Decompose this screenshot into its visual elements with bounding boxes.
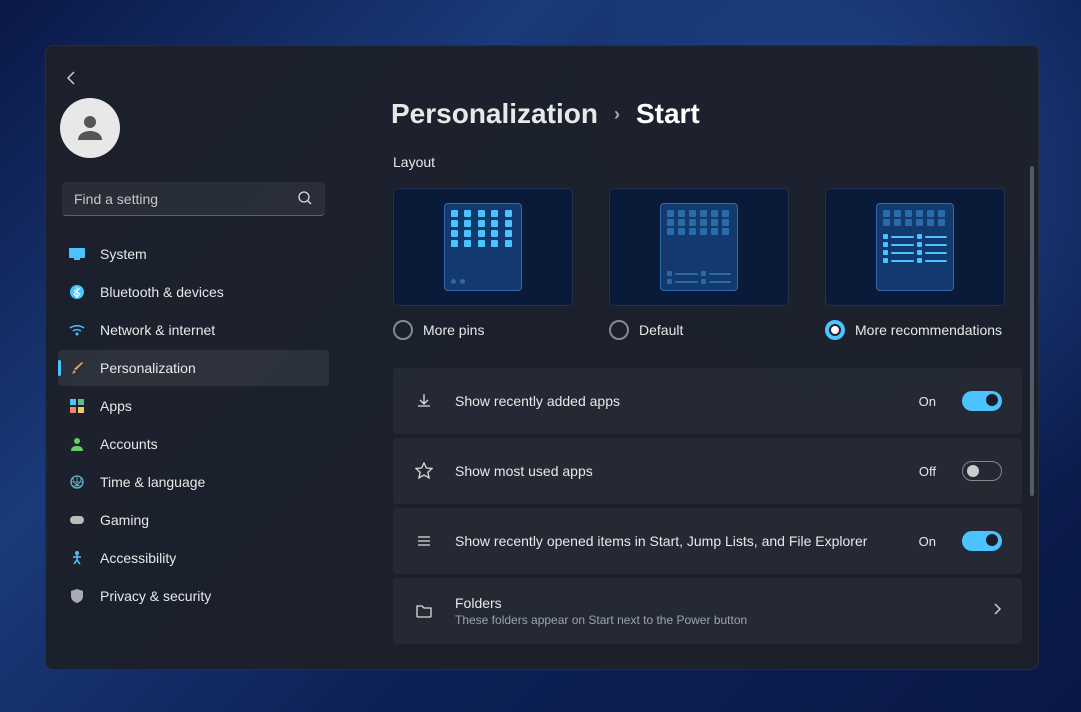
breadcrumb: Personalization › Start [341, 98, 1038, 130]
toggle-most-used[interactable] [962, 461, 1002, 481]
radio-label: More recommendations [855, 321, 1002, 339]
thumb-more-pins [393, 188, 573, 306]
layout-section-label: Layout [341, 154, 1038, 170]
nav-privacy[interactable]: Privacy & security [58, 578, 329, 614]
nav-time[interactable]: Time & language [58, 464, 329, 500]
toggle-state: On [919, 394, 936, 409]
chevron-right-icon: › [614, 104, 620, 125]
star-icon [413, 462, 435, 480]
system-icon [68, 245, 86, 263]
gamepad-icon [68, 511, 86, 529]
layout-option-default[interactable]: Default [609, 188, 789, 340]
nav-label: Privacy & security [100, 588, 211, 604]
radio-label: Default [639, 322, 683, 338]
radio-default[interactable] [609, 320, 629, 340]
nav-accounts[interactable]: Accounts [58, 426, 329, 462]
settings-list: Show recently added apps On Show most us… [341, 368, 1038, 644]
account-icon [68, 435, 86, 453]
folder-icon [413, 603, 435, 619]
nav-label: System [100, 246, 147, 262]
nav-label: Personalization [100, 360, 196, 376]
wifi-icon [68, 321, 86, 339]
setting-most-used[interactable]: Show most used apps Off [393, 438, 1022, 504]
layout-options: More pins Default [341, 188, 1038, 340]
setting-title: Show recently opened items in Start, Jum… [455, 533, 899, 549]
thumb-default [609, 188, 789, 306]
nav-gaming[interactable]: Gaming [58, 502, 329, 538]
setting-title: Folders [455, 595, 972, 611]
setting-title: Show recently added apps [455, 393, 899, 409]
setting-recent-items[interactable]: Show recently opened items in Start, Jum… [393, 508, 1022, 574]
nav-label: Time & language [100, 474, 205, 490]
user-avatar[interactable] [60, 98, 120, 158]
nav-label: Bluetooth & devices [100, 284, 224, 300]
search-input[interactable] [62, 182, 325, 216]
nav-network[interactable]: Network & internet [58, 312, 329, 348]
bluetooth-icon [68, 283, 86, 301]
thumb-more-rec [825, 188, 1005, 306]
nav-personalization[interactable]: Personalization [58, 350, 329, 386]
nav-system[interactable]: System [58, 236, 329, 272]
nav-label: Apps [100, 398, 132, 414]
shield-icon [68, 587, 86, 605]
radio-label: More pins [423, 322, 484, 338]
radio-more-pins[interactable] [393, 320, 413, 340]
setting-subtitle: These folders appear on Start next to th… [455, 613, 972, 627]
search-box[interactable] [62, 182, 325, 216]
download-icon [413, 392, 435, 410]
search-icon [297, 190, 313, 211]
breadcrumb-current: Start [636, 98, 700, 130]
layout-option-more-recommendations[interactable]: More recommendations [825, 188, 1005, 340]
nav-label: Gaming [100, 512, 149, 528]
toggle-state: On [919, 534, 936, 549]
main-panel: Personalization › Start Layout More pins [341, 46, 1038, 669]
sidebar: System Bluetooth & devices Network & int… [46, 46, 341, 669]
list-icon [413, 532, 435, 550]
breadcrumb-parent[interactable]: Personalization [391, 98, 598, 130]
globe-icon [68, 473, 86, 491]
nav-apps[interactable]: Apps [58, 388, 329, 424]
nav-label: Network & internet [100, 322, 215, 338]
chevron-right-icon [992, 602, 1002, 621]
accessibility-icon [68, 549, 86, 567]
settings-window: System Bluetooth & devices Network & int… [45, 45, 1039, 670]
setting-title: Show most used apps [455, 463, 899, 479]
toggle-recent-items[interactable] [962, 531, 1002, 551]
setting-folders[interactable]: Folders These folders appear on Start ne… [393, 578, 1022, 644]
nav-label: Accessibility [100, 550, 176, 566]
back-button[interactable] [58, 64, 86, 92]
nav-label: Accounts [100, 436, 158, 452]
toggle-recently-added[interactable] [962, 391, 1002, 411]
scrollbar[interactable] [1030, 166, 1034, 496]
layout-option-more-pins[interactable]: More pins [393, 188, 573, 340]
toggle-state: Off [919, 464, 936, 479]
nav-accessibility[interactable]: Accessibility [58, 540, 329, 576]
nav-list: System Bluetooth & devices Network & int… [58, 236, 329, 614]
nav-bluetooth[interactable]: Bluetooth & devices [58, 274, 329, 310]
radio-more-recommendations[interactable] [825, 320, 845, 340]
setting-recently-added[interactable]: Show recently added apps On [393, 368, 1022, 434]
brush-icon [68, 359, 86, 377]
apps-icon [68, 397, 86, 415]
